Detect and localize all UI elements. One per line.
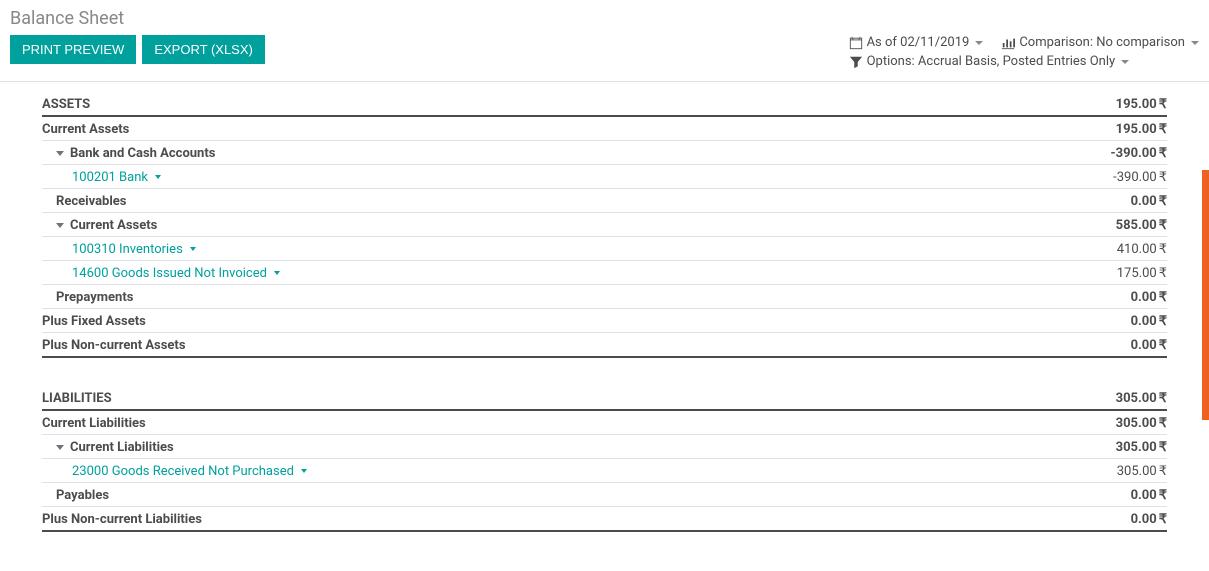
caret-down-icon (56, 151, 64, 156)
caret-down-icon (155, 175, 161, 179)
report-content: ASSETS 195.00₹ Current Assets 195.00₹ Ba… (0, 82, 1209, 561)
inventories-label: 100310 Inventories (72, 242, 183, 257)
toolbar: PRINT PREVIEW EXPORT (XLSX) As of 02/11/… (10, 35, 1199, 69)
fixed-assets-value: 0.00 (1131, 314, 1157, 329)
caret-down-icon (301, 469, 307, 473)
calendar-icon (849, 36, 863, 50)
date-filter-label: As of 02/11/2019 (867, 35, 970, 50)
export-xlsx-button[interactable]: EXPORT (XLSX) (142, 35, 265, 64)
bank-cash-row[interactable]: Bank and Cash Accounts -390.00₹ (42, 141, 1167, 165)
goods-issued-value: 175.00 (1117, 266, 1157, 281)
assets-header-row: ASSETS 195.00₹ (42, 92, 1167, 117)
receivables-label: Receivables (42, 194, 126, 209)
caret-down-icon (56, 445, 64, 450)
bank-account-label: 100201 Bank (72, 170, 148, 185)
caret-down-icon (190, 247, 196, 251)
current-liabilities-sub-value: 305.00 (1116, 440, 1157, 455)
scrollbar-thumb[interactable] (1202, 170, 1209, 420)
current-assets-row: Current Assets 195.00₹ (42, 117, 1167, 141)
goods-issued-row[interactable]: 14600 Goods Issued Not Invoiced 175.00₹ (42, 261, 1167, 285)
current-liabilities-row: Current Liabilities 305.00₹ (42, 411, 1167, 435)
options-filter-dropdown[interactable]: Options: Accrual Basis, Posted Entries O… (849, 54, 1199, 69)
current-liabilities-sub-label: Current Liabilities (70, 440, 174, 455)
current-assets-sub-row[interactable]: Current Assets 585.00₹ (42, 213, 1167, 237)
current-assets-label: Current Assets (42, 122, 129, 137)
assets-value: 195.00 (1116, 97, 1157, 112)
caret-down-icon (1121, 60, 1129, 64)
current-liabilities-label: Current Liabilities (42, 416, 146, 431)
bar-chart-icon (1001, 36, 1015, 50)
goods-received-row[interactable]: 23000 Goods Received Not Purchased 305.0… (42, 459, 1167, 483)
bank-account-row[interactable]: 100201 Bank -390.00₹ (42, 165, 1167, 189)
liabilities-value: 305.00 (1116, 391, 1157, 406)
assets-label: ASSETS (42, 97, 90, 112)
toolbar-left: PRINT PREVIEW EXPORT (XLSX) (10, 35, 265, 64)
non-current-liabilities-row: Plus Non-current Liabilities 0.00₹ (42, 507, 1167, 532)
goods-received-value: 305.00 (1117, 464, 1157, 479)
inventories-row[interactable]: 100310 Inventories 410.00₹ (42, 237, 1167, 261)
section-spacer (42, 532, 1167, 560)
caret-down-icon (274, 271, 280, 275)
options-filter-label: Options: Accrual Basis, Posted Entries O… (867, 54, 1116, 69)
print-preview-button[interactable]: PRINT PREVIEW (10, 35, 136, 64)
inventories-value: 410.00 (1117, 242, 1157, 257)
non-current-assets-row: Plus Non-current Assets 0.00₹ (42, 333, 1167, 358)
payables-label: Payables (42, 488, 109, 503)
liabilities-header-row: LIABILITIES 305.00₹ (42, 386, 1167, 411)
prepayments-value: 0.00 (1131, 290, 1157, 305)
goods-received-label: 23000 Goods Received Not Purchased (72, 464, 294, 479)
current-assets-sub-label: Current Assets (70, 218, 157, 233)
current-liabilities-value: 305.00 (1116, 416, 1157, 431)
comparison-filter-label: Comparison: No comparison (1019, 35, 1185, 50)
non-current-liabilities-value: 0.00 (1131, 512, 1157, 527)
receivables-row: Receivables 0.00₹ (42, 189, 1167, 213)
fixed-assets-label: Plus Fixed Assets (42, 314, 146, 329)
comparison-filter-dropdown[interactable]: Comparison: No comparison (1001, 35, 1199, 50)
caret-down-icon (1191, 41, 1199, 45)
current-assets-sub-value: 585.00 (1116, 218, 1157, 233)
bank-cash-value: -390.00 (1111, 146, 1157, 161)
equity-header-row: EQUITY -110.00₹ (42, 560, 1167, 561)
non-current-assets-value: 0.00 (1131, 338, 1157, 353)
fixed-assets-row: Plus Fixed Assets 0.00₹ (42, 309, 1167, 333)
non-current-assets-label: Plus Non-current Assets (42, 338, 186, 353)
page-title: Balance Sheet (10, 8, 1199, 29)
report-header: Balance Sheet PRINT PREVIEW EXPORT (XLSX… (0, 0, 1209, 82)
current-assets-value: 195.00 (1116, 122, 1157, 137)
goods-issued-label: 14600 Goods Issued Not Invoiced (72, 266, 267, 281)
payables-value: 0.00 (1131, 488, 1157, 503)
receivables-value: 0.00 (1131, 194, 1157, 209)
prepayments-row: Prepayments 0.00₹ (42, 285, 1167, 309)
current-liabilities-sub-row[interactable]: Current Liabilities 305.00₹ (42, 435, 1167, 459)
date-filter-dropdown[interactable]: As of 02/11/2019 (849, 35, 984, 50)
section-spacer (42, 358, 1167, 386)
filter-icon (849, 55, 863, 69)
non-current-liabilities-label: Plus Non-current Liabilities (42, 512, 202, 527)
toolbar-right: As of 02/11/2019 Comparison: No comparis… (849, 35, 1199, 69)
caret-down-icon (975, 41, 983, 45)
liabilities-label: LIABILITIES (42, 391, 112, 406)
bank-cash-label: Bank and Cash Accounts (70, 146, 215, 161)
prepayments-label: Prepayments (42, 290, 133, 305)
bank-account-value: -390.00 (1113, 170, 1157, 185)
payables-row: Payables 0.00₹ (42, 483, 1167, 507)
caret-down-icon (56, 223, 64, 228)
